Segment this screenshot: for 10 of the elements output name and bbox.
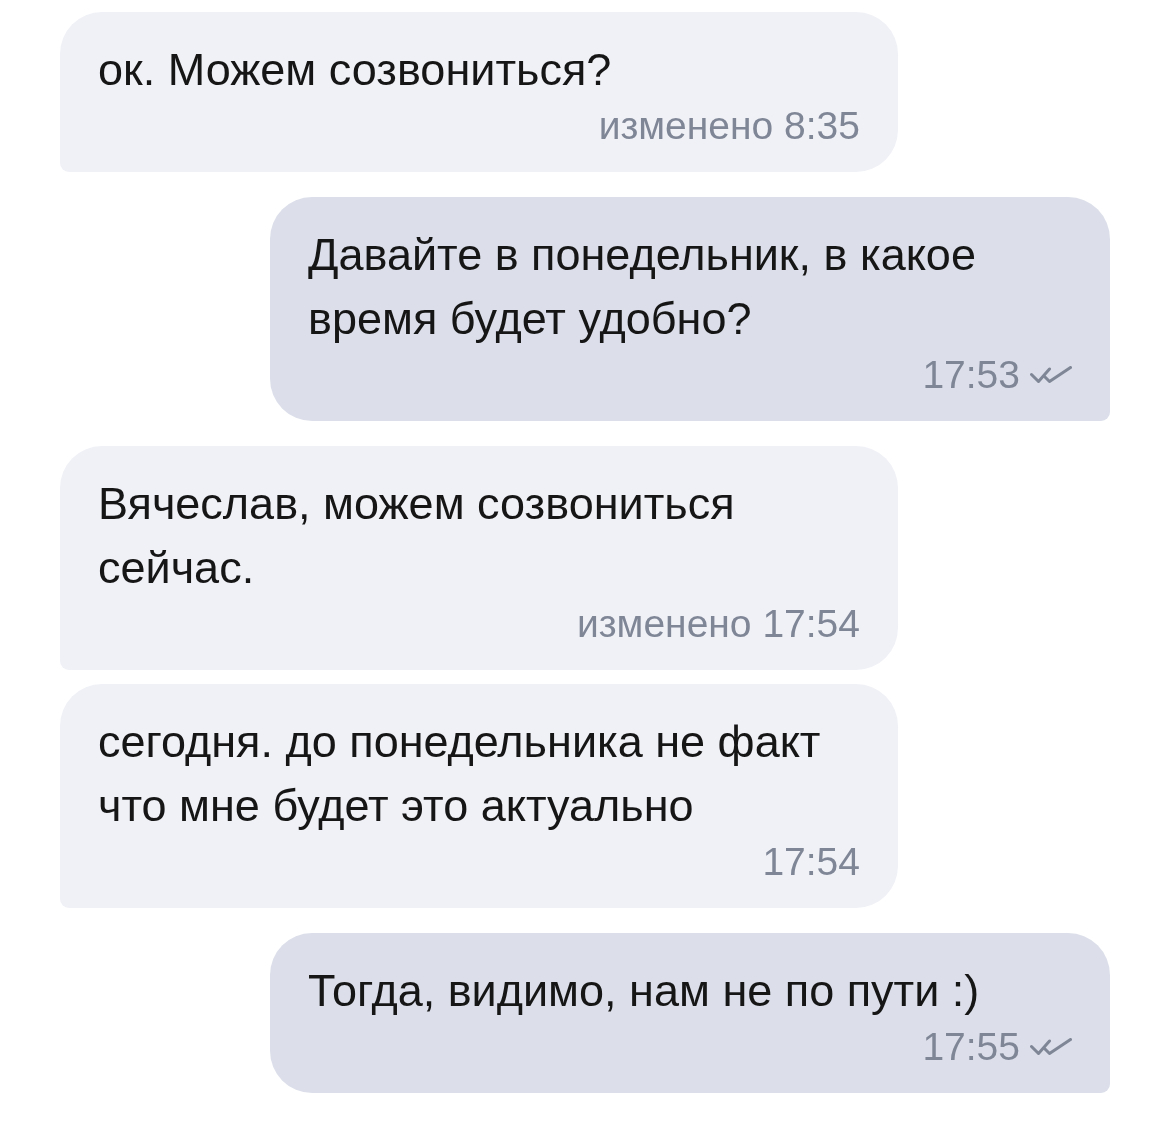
message-text: Давайте в понедельник, в какое время будет удобно? xyxy=(308,228,977,346)
message-text: Тогда, видимо, нам не по пути :) xyxy=(308,964,981,1018)
message-time: 17:53 xyxy=(922,355,1020,395)
message-time: 17:54 xyxy=(762,842,860,882)
message-text: сегодня. до понедельника не факт что мне будет это актуально xyxy=(98,715,822,833)
message-text: ок. Можем созвониться? xyxy=(98,43,613,97)
message-time: изменено 17:54 xyxy=(576,604,860,644)
message-text: Вячеслав, можем созвониться сейчас. xyxy=(98,477,736,595)
message-time: изменено 8:35 xyxy=(598,106,860,146)
message-time: 17:55 xyxy=(922,1027,1020,1067)
